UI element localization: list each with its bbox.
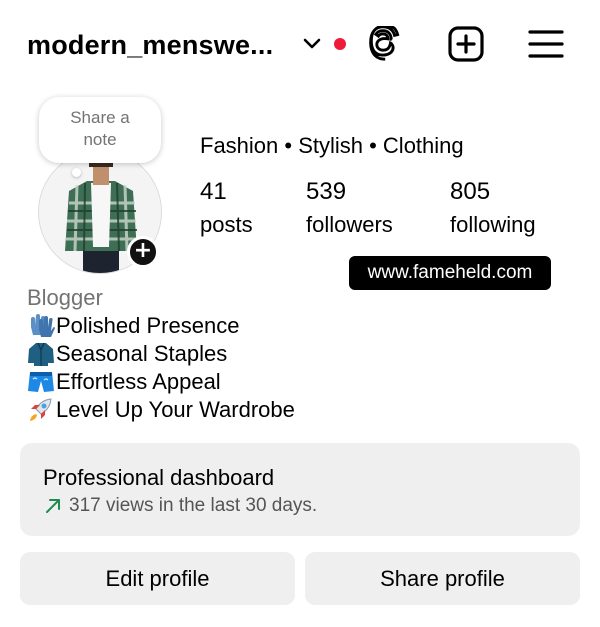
bio-line: Effortless Appeal <box>27 368 295 396</box>
stat-followers-value: 539 <box>306 178 347 205</box>
stat-posts-value: 41 <box>200 178 227 205</box>
bio-line: Seasonal Staples <box>27 340 295 368</box>
profile-bio: Blogger Polished Presence Seasonal Stapl… <box>27 284 295 424</box>
dashboard-subtitle: 317 views in the last 30 days. <box>45 495 317 517</box>
bio-line-text: Effortless Appeal <box>56 369 221 394</box>
dashboard-views-text: 317 views in the last 30 days. <box>69 495 318 516</box>
share-profile-button[interactable]: Share profile <box>305 552 580 605</box>
stat-posts-label: posts <box>200 212 253 237</box>
bio-line-text: Polished Presence <box>56 313 240 338</box>
shorts-emoji <box>28 372 54 392</box>
stat-following-label: following <box>450 212 536 237</box>
trend-up-arrow-icon <box>46 499 60 513</box>
add-story-button[interactable]: + <box>127 236 159 268</box>
dashboard-title: Professional dashboard <box>43 465 275 490</box>
stat-following[interactable]: 805 following <box>450 178 536 238</box>
bio-line: Level Up Your Wardrobe <box>27 396 295 424</box>
note-line-1: Share a <box>70 108 130 127</box>
username[interactable]: modern_menswe... <box>27 30 273 61</box>
stat-posts[interactable]: 41 posts <box>200 178 253 238</box>
profile-link[interactable]: www.fameheld.com <box>349 256 551 290</box>
chevron-down-icon[interactable] <box>302 36 322 52</box>
bio-line-text: Level Up Your Wardrobe <box>56 397 295 422</box>
gloves-emoji <box>31 314 55 337</box>
stat-following-value: 805 <box>450 178 491 205</box>
profile-category: Fashion • Stylish • Clothing <box>200 133 464 158</box>
profile-header: modern_menswe... <box>0 0 600 90</box>
rocket-emoji <box>30 398 52 421</box>
plus-square-icon[interactable] <box>448 26 484 62</box>
stat-followers-label: followers <box>306 212 393 237</box>
bio-line-text: Seasonal Staples <box>56 341 228 366</box>
threads-icon[interactable] <box>368 26 404 62</box>
note-bubble-tail <box>72 168 81 177</box>
coat-emoji <box>28 342 54 366</box>
bio-title: Blogger <box>27 285 103 310</box>
bio-line: Polished Presence <box>27 312 295 340</box>
share-note-bubble[interactable]: Share a note <box>39 97 161 163</box>
note-line-2: note <box>83 130 117 149</box>
professional-dashboard-card[interactable]: Professional dashboard 317 views in the … <box>20 443 580 536</box>
notification-dot <box>334 38 346 50</box>
hamburger-menu-icon[interactable] <box>528 26 564 62</box>
edit-profile-button[interactable]: Edit profile <box>20 552 295 605</box>
stat-followers[interactable]: 539 followers <box>306 178 393 238</box>
